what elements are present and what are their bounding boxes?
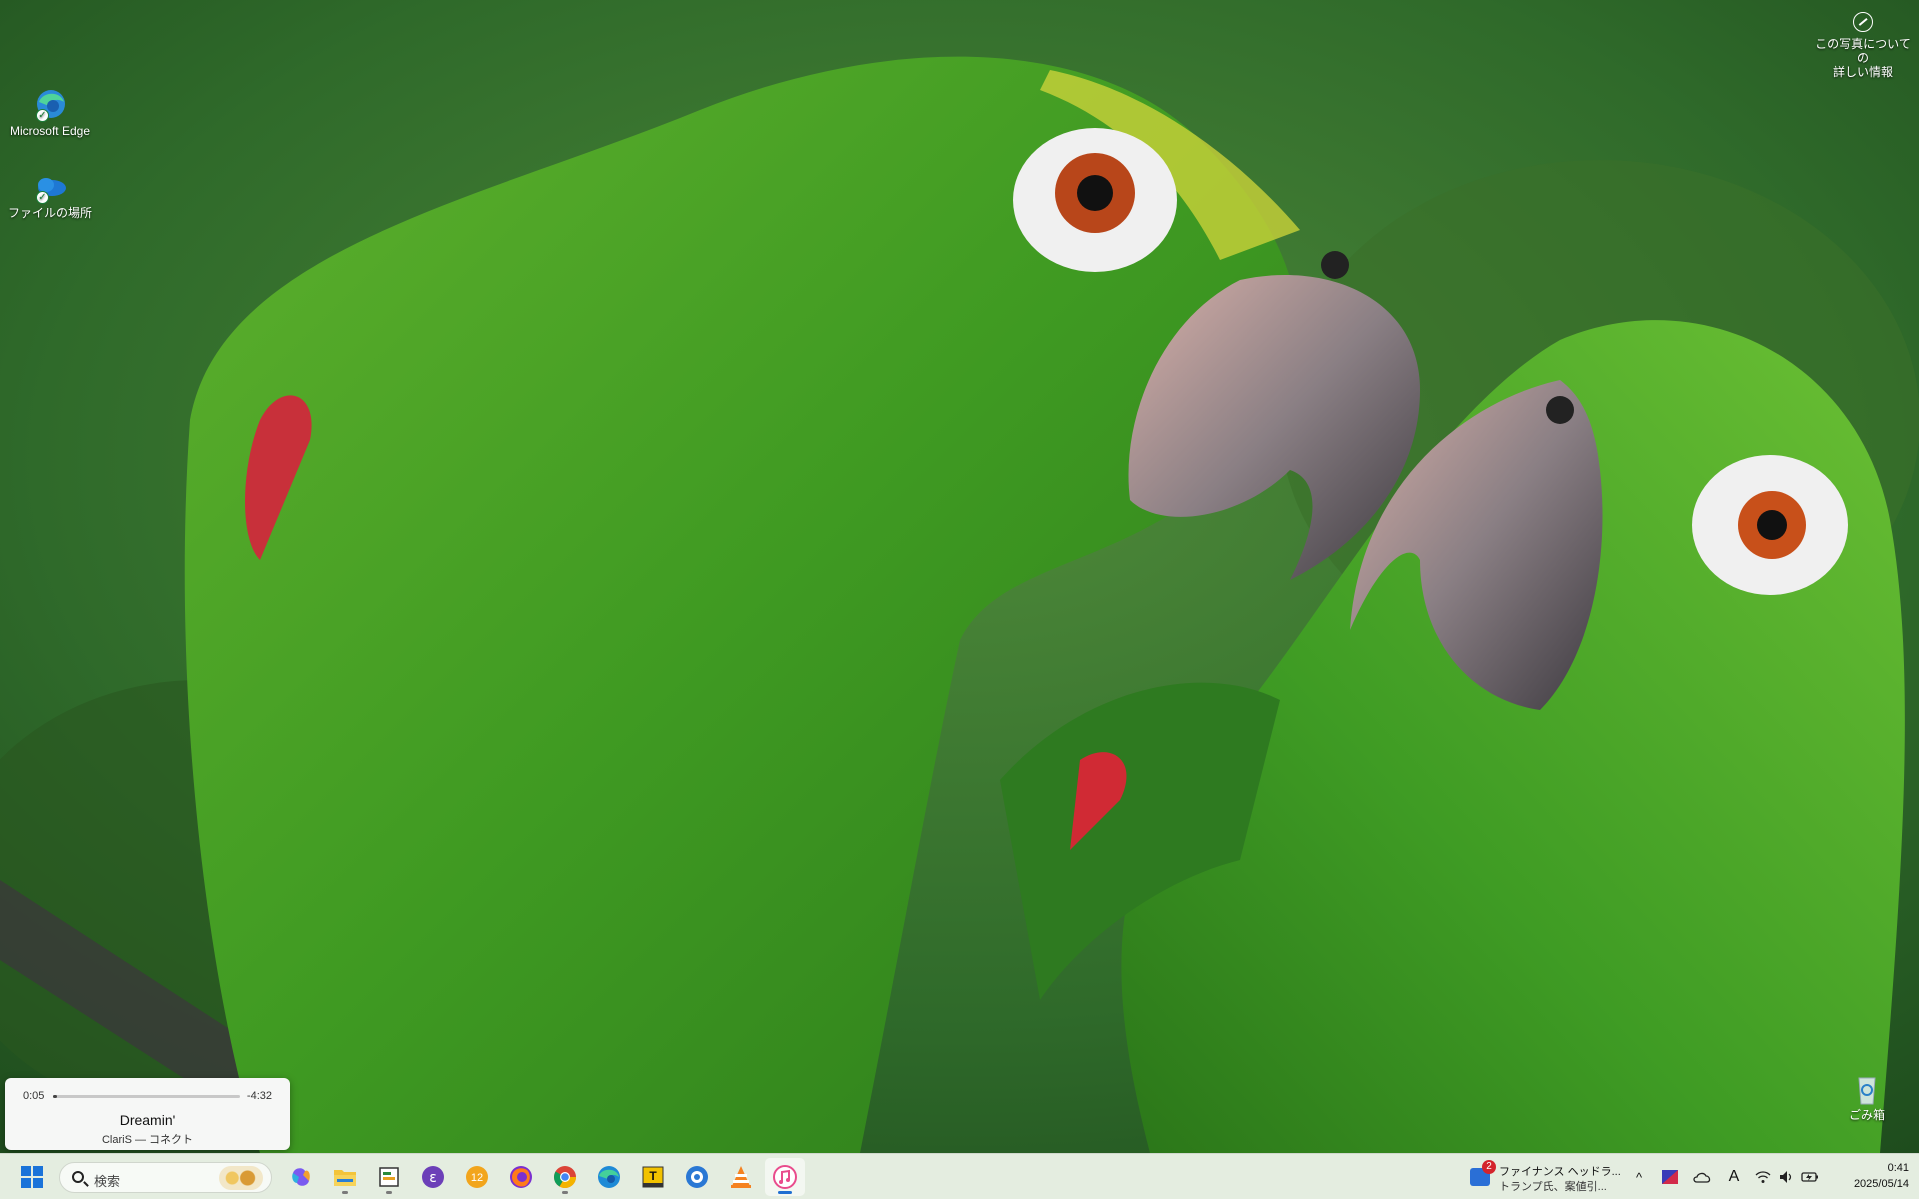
running-indicator <box>778 1191 792 1194</box>
taskbar-app-edge[interactable] <box>589 1158 629 1196</box>
app-launcher-icon <box>379 1167 399 1187</box>
media-elapsed-time: 0:05 <box>23 1090 45 1102</box>
firefox-icon <box>510 1166 532 1188</box>
music-app-icon <box>773 1165 797 1189</box>
taskbar-app-launcher[interactable] <box>369 1158 409 1196</box>
desktop-wallpaper <box>0 0 1919 1153</box>
taskbar-app-vlc[interactable] <box>721 1158 761 1196</box>
news-badge: 2 <box>1482 1160 1496 1174</box>
volume-icon <box>1780 1171 1792 1183</box>
media-remaining-time: -4:32 <box>246 1090 272 1102</box>
battery-charging-icon <box>1801 1172 1818 1182</box>
taskbar-app-chrome[interactable] <box>545 1158 585 1196</box>
show-hidden-icons-button[interactable]: ^ <box>1627 1154 1651 1199</box>
file-explorer-icon <box>334 1170 356 1186</box>
taskbar-app-purple[interactable]: ɛ <box>413 1158 453 1196</box>
vlc-icon <box>731 1166 751 1188</box>
media-track-artist: ClariS — コネクト <box>101 1134 194 1146</box>
desktop-icon-file-location[interactable]: ✓ ファイルの場所 <box>8 170 92 220</box>
colorful-tray-app-icon <box>1662 1170 1678 1184</box>
photo-info-button[interactable]: この写真についての 詳しい情報 <box>1813 10 1913 79</box>
clock-date: 2025/05/14 <box>1853 1178 1909 1190</box>
running-indicator <box>386 1191 392 1194</box>
text-editor-letter: T <box>649 1169 657 1183</box>
running-indicator <box>342 1191 348 1194</box>
system-clock[interactable]: 0:41 2025/05/14 <box>1845 1160 1909 1192</box>
taskbar-app-blue[interactable] <box>677 1158 717 1196</box>
tray-onedrive[interactable] <box>1690 1154 1714 1199</box>
orange-12-app-icon: 12 <box>466 1166 488 1188</box>
desktop-icon-edge[interactable]: ✓ Microsoft Edge <box>8 88 92 138</box>
taskbar-app-text-editor[interactable]: T <box>633 1158 673 1196</box>
desktop-icon-label: ごみ箱 <box>1848 1108 1885 1122</box>
media-player-widget[interactable]: 0:05 -4:32 Dreamin' ClariS — コネクト <box>5 1078 290 1150</box>
recycle-bin-icon <box>1847 1072 1887 1106</box>
taskbar-app-copilot[interactable] <box>281 1158 321 1196</box>
quick-settings-button[interactable] <box>1754 1154 1820 1199</box>
clock-time: 0:41 <box>1887 1162 1909 1174</box>
chrome-icon <box>554 1166 576 1188</box>
media-seek-fill <box>53 1095 57 1098</box>
news-widget[interactable]: 2 ファイナンス ヘッドラ... トランプ氏、案値引... <box>1468 1159 1621 1195</box>
news-subline: トランプ氏、案値引... <box>1499 1181 1607 1193</box>
ime-label: A <box>1728 1168 1740 1185</box>
running-indicator <box>562 1191 568 1194</box>
taskbar-search-box[interactable]: 検索 <box>59 1162 272 1193</box>
orange-12-label: 12 <box>471 1172 483 1184</box>
purple-app-icon: ɛ <box>422 1166 444 1188</box>
search-icon <box>72 1171 84 1183</box>
sync-check-icon: ✓ <box>36 191 49 204</box>
edge-icon: ✓ <box>30 88 70 122</box>
photo-info-label: この写真についての 詳しい情報 <box>1815 37 1911 79</box>
taskbar-app-orange-12[interactable]: 12 <box>457 1158 497 1196</box>
edge-taskbar-icon <box>598 1166 620 1188</box>
wifi-icon <box>1755 1171 1771 1183</box>
desktop-icon-label: Microsoft Edge <box>9 124 91 138</box>
desktop-icon-label: ファイルの場所 <box>8 206 93 220</box>
onedrive-icon: ✓ <box>30 170 70 204</box>
taskbar-app-firefox[interactable] <box>501 1158 541 1196</box>
search-placeholder: 検索 <box>94 1174 121 1189</box>
ime-mode-indicator[interactable]: A <box>1722 1154 1746 1199</box>
start-button[interactable] <box>12 1158 52 1196</box>
copilot-icon <box>292 1168 310 1186</box>
text-editor-icon: T <box>642 1166 664 1188</box>
cloud-icon <box>1693 1172 1711 1183</box>
chevron-up-icon: ^ <box>1635 1169 1643 1185</box>
search-highlight-icon <box>219 1166 263 1190</box>
media-track-title: Dreamin' <box>119 1112 176 1128</box>
windows-logo-icon <box>21 1166 43 1188</box>
camera-info-icon <box>1853 12 1873 32</box>
taskbar: 検索 ɛ 12 T 2 ファイナンス ヘッドラ... トランプ氏、案値引... … <box>0 1153 1919 1199</box>
svg-text:ɛ: ɛ <box>429 1170 437 1186</box>
desktop-icon-recycle-bin[interactable]: ごみ箱 <box>1825 1072 1909 1122</box>
tray-app-flag[interactable] <box>1658 1154 1682 1199</box>
news-headline: ファイナンス ヘッドラ... <box>1499 1166 1621 1178</box>
taskbar-app-music[interactable] <box>765 1158 805 1196</box>
media-seek-bar[interactable] <box>53 1095 240 1098</box>
taskbar-app-file-explorer[interactable] <box>325 1158 365 1196</box>
sync-check-icon: ✓ <box>36 109 49 122</box>
blue-app-icon <box>686 1166 708 1188</box>
